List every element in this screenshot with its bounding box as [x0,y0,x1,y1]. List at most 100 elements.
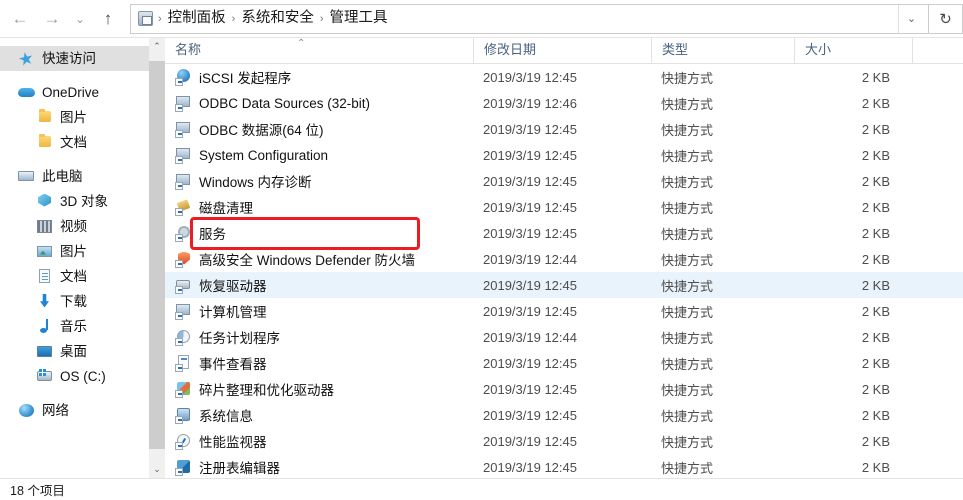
table-row[interactable]: 高级安全 Windows Defender 防火墙 2019/3/19 12:44… [165,246,963,272]
file-type-cell: 快捷方式 [661,304,714,320]
sidebar-item-label: 音乐 [60,318,87,334]
file-name-label: 计算机管理 [199,305,267,320]
download-icon [36,293,54,311]
table-row[interactable]: 碎片整理和优化驱动器 2019/3/19 12:45 快捷方式 2 KB [165,376,963,402]
column-header-type-label: 类型 [662,42,689,57]
scrollbar-thumb[interactable] [149,61,165,449]
sidebar-item[interactable]: 网络 [0,398,165,423]
table-row[interactable]: 服务 2019/3/19 12:45 快捷方式 2 KB [165,220,963,246]
breadcrumb-item-administrative-tools[interactable]: 管理工具 [325,7,393,30]
file-type-cell: 快捷方式 [661,408,714,424]
table-row[interactable]: ODBC Data Sources (32-bit) 2019/3/19 12:4… [165,90,963,116]
sidebar-item-label: 文档 [60,268,87,284]
cube-icon [36,193,54,211]
navigation-pane-scrollbar[interactable]: ⌃ ⌄ [149,38,165,478]
sidebar-item-label: 图片 [60,243,87,259]
brush-shortcut-icon [175,198,192,216]
column-header-size[interactable]: 大小 [794,38,912,63]
sidebar-item[interactable]: 此电脑 [0,164,165,189]
file-name-cell: 性能监视器 [165,431,473,451]
file-list-pane: ⌃ 名称 修改日期 类型 大小 iSCSI 发起程序 2019/3/19 12:4… [165,38,963,478]
chevron-down-icon[interactable]: ⌄ [898,4,924,33]
file-type-cell: 快捷方式 [661,200,714,216]
file-date-cell: 2019/3/19 12:45 [483,459,577,475]
sidebar-item[interactable]: 桌面 [0,339,165,364]
monitor-shortcut-icon [175,147,192,164]
sidebar-item[interactable]: 下载 [0,289,165,314]
address-bar[interactable]: › 控制面板 › 系统和安全 › 管理工具 ⌄ [130,3,929,34]
forward-button[interactable]: → [36,3,68,35]
file-date-cell: 2019/3/19 12:45 [483,355,577,371]
file-name-label: iSCSI 发起程序 [199,71,292,86]
table-row[interactable]: Windows 内存诊断 2019/3/19 12:45 快捷方式 2 KB [165,168,963,194]
sidebar-item[interactable]: 视频 [0,214,165,239]
column-header-name[interactable]: ⌃ 名称 [165,38,473,63]
navigation-group-spacer [0,155,165,164]
scroll-up-button[interactable]: ⌃ [149,38,165,55]
file-name-cell: 计算机管理 [165,301,473,321]
file-name-cell: ODBC Data Sources (32-bit) [165,95,473,112]
column-header-date[interactable]: 修改日期 [473,38,651,63]
desktop-icon [36,343,54,361]
file-date-cell: 2019/3/19 12:45 [483,303,577,319]
shortcut-arrow-icon [175,389,183,398]
table-row[interactable]: 任务计划程序 2019/3/19 12:44 快捷方式 2 KB [165,324,963,350]
recent-locations-button[interactable]: ⌄ [68,3,92,35]
table-row[interactable]: 计算机管理 2019/3/19 12:45 快捷方式 2 KB [165,298,963,324]
sidebar-item[interactable]: OneDrive [0,80,165,105]
sidebar-item[interactable]: OS (C:) [0,364,165,389]
file-size-cell: 2 KB [861,69,890,85]
scroll-down-button[interactable]: ⌄ [149,461,165,478]
sidebar-item[interactable]: 文档 [0,130,165,155]
up-button[interactable]: ↑ [92,3,124,35]
table-row[interactable]: iSCSI 发起程序 2019/3/19 12:45 快捷方式 2 KB [165,64,963,90]
file-size-cell: 2 KB [861,147,890,163]
file-type-cell: 快捷方式 [661,356,714,372]
file-name-cell: 磁盘清理 [165,197,473,217]
globe-shortcut-icon [175,68,192,86]
table-row[interactable]: 恢复驱动器 2019/3/19 12:45 快捷方式 2 KB [165,272,963,298]
file-size-cell: 2 KB [861,407,890,423]
sidebar-item[interactable]: 图片 [0,239,165,264]
sidebar-item[interactable]: 快速访问 [0,46,165,71]
table-row[interactable]: ODBC 数据源(64 位) 2019/3/19 12:45 快捷方式 2 KB [165,116,963,142]
sidebar-item[interactable]: 文档 [0,264,165,289]
column-header-type[interactable]: 类型 [651,38,794,63]
sidebar-item-label: OS (C:) [60,368,106,384]
table-row[interactable]: 磁盘清理 2019/3/19 12:45 快捷方式 2 KB [165,194,963,220]
table-row[interactable]: 性能监视器 2019/3/19 12:45 快捷方式 2 KB [165,428,963,454]
file-date-cell: 2019/3/19 12:45 [483,199,577,215]
scrollbar-track[interactable] [149,55,165,461]
file-type-cell: 快捷方式 [661,96,714,112]
table-row[interactable]: 注册表编辑器 2019/3/19 12:45 快捷方式 2 KB [165,454,963,478]
table-row[interactable]: 系统信息 2019/3/19 12:45 快捷方式 2 KB [165,402,963,428]
file-name-label: System Configuration [199,147,329,163]
shortcut-arrow-icon [175,77,183,86]
table-row[interactable]: 事件查看器 2019/3/19 12:45 快捷方式 2 KB [165,350,963,376]
sidebar-item[interactable]: 图片 [0,105,165,130]
file-size-cell: 2 KB [861,459,890,475]
sidebar-item[interactable]: 3D 对象 [0,189,165,214]
file-size-cell: 2 KB [861,173,890,189]
file-size-cell: 2 KB [861,277,890,293]
file-explorer-window: ← → ⌄ ↑ › 控制面板 › 系统和安全 › 管理工具 ⌄ ↻ 快速访问 On… [0,0,963,500]
table-row[interactable]: System Configuration 2019/3/19 12:45 快捷方式 2… [165,142,963,168]
breadcrumb-item-system-and-security[interactable]: 系统和安全 [236,7,319,30]
shortcut-arrow-icon [175,155,183,164]
sidebar-item[interactable]: 音乐 [0,314,165,339]
file-type-cell: 快捷方式 [661,460,714,476]
video-icon [36,218,54,236]
document-icon [36,268,54,286]
column-header-size-label: 大小 [805,42,832,57]
file-date-cell: 2019/3/19 12:45 [483,381,577,397]
picture-icon [36,243,54,261]
file-type-cell: 快捷方式 [661,148,714,164]
file-name-cell: System Configuration [165,147,473,164]
back-button[interactable]: ← [4,3,36,35]
monitor-shortcut-icon [175,95,192,112]
sort-ascending-icon: ⌃ [297,38,306,49]
file-type-cell: 快捷方式 [661,174,714,190]
sidebar-item-label: 图片 [60,109,87,125]
refresh-button[interactable]: ↻ [929,3,963,34]
breadcrumb-item-control-panel[interactable]: 控制面板 [163,7,231,30]
